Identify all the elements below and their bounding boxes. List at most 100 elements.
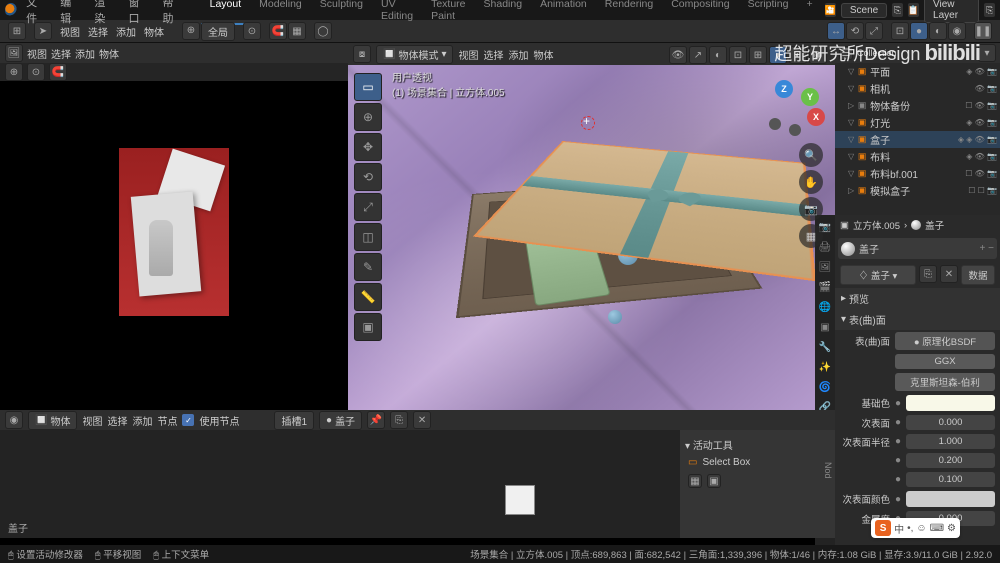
pause-icon[interactable]: ❚❚ [974, 22, 992, 40]
img-tool1-icon[interactable]: ⊕ [5, 63, 23, 81]
property-row[interactable]: ●0.100 [835, 470, 1000, 489]
tool-move[interactable]: ✥ [354, 133, 382, 161]
ne-new-icon[interactable]: ⎘ [390, 411, 408, 429]
ime-set[interactable]: ⚙ [947, 523, 956, 534]
vp-wire-icon[interactable]: ⊞ [749, 46, 767, 64]
tab-add[interactable]: + [797, 0, 821, 25]
distribution-select[interactable]: GGX [895, 354, 995, 369]
outliner-item[interactable]: ▽▣盒子◈ ◈ 👁 📷 [835, 131, 1000, 148]
slot-selector[interactable]: 插槽1 [274, 411, 314, 430]
cursor-tool-icon[interactable]: ➤ [34, 22, 52, 40]
property-row[interactable]: 基础色● [835, 393, 1000, 413]
img-menu-select[interactable]: 选择 [51, 46, 71, 61]
tool-scale[interactable]: ⤢ [354, 193, 382, 221]
property-row[interactable]: 次表面颜色● [835, 489, 1000, 509]
vp-menu-add[interactable]: 添加 [508, 47, 528, 62]
img-tool2-icon[interactable]: ⊙ [27, 63, 45, 81]
property-row[interactable]: ●0.200 [835, 451, 1000, 470]
material-link-data[interactable]: 数据 [961, 265, 995, 285]
gizmo-translate-icon[interactable]: ↔ [827, 22, 845, 40]
ne-shader-type[interactable]: 🔲 物体 [28, 411, 77, 430]
axis-x-icon[interactable]: X [807, 108, 825, 126]
gizmo-rotate-icon[interactable]: ⟲ [846, 22, 864, 40]
outliner-item[interactable]: ▷▣物体备份☐ 👁 📷 [835, 97, 1000, 114]
orientation-dropdown[interactable]: 全局 [201, 22, 235, 41]
orientation-icon[interactable]: ⊕ [182, 22, 200, 40]
menu-object2[interactable]: 物体 [144, 24, 164, 39]
tab-uvediting[interactable]: UV Editing [372, 0, 422, 25]
mat-del-icon[interactable]: ✕ [940, 265, 958, 283]
nav-persp-icon[interactable]: ▦ [799, 224, 823, 248]
snap-mode-icon[interactable]: ▦ [288, 22, 306, 40]
vp-gizmo-icon[interactable]: ↗ [689, 46, 707, 64]
ptab-viewlayer-icon[interactable]: 🖼 [816, 258, 834, 276]
nav-gizmo[interactable]: Z Y X [767, 78, 827, 138]
shading-solid-icon[interactable]: ● [910, 22, 928, 40]
ne-material-selector[interactable]: ● 盖子 [319, 411, 362, 430]
proportional-icon[interactable]: ◯ [314, 22, 332, 40]
3d-scene[interactable] [348, 65, 835, 410]
vp-visibility-icon[interactable]: 👁 [669, 46, 687, 64]
gizmo-scale-icon[interactable]: ⤢ [865, 22, 883, 40]
mode-selector[interactable]: 🔲 物体模式 ▾ [376, 45, 453, 64]
material-slot[interactable]: 盖子 + − [838, 238, 997, 259]
vp-overlay-icon[interactable]: ◐ [709, 46, 727, 64]
tool-rotate[interactable]: ⟲ [354, 163, 382, 191]
filter-icon[interactable]: ▾ [978, 44, 996, 62]
tool-cursor[interactable]: ⊕ [354, 103, 382, 131]
vp-xray-icon[interactable]: ⊡ [729, 46, 747, 64]
preview-header[interactable]: ▸ 预览 [835, 288, 1000, 309]
scene-selector[interactable]: Scene [841, 3, 887, 18]
vp-menu-select[interactable]: 选择 [483, 47, 503, 62]
tab-texturepaint[interactable]: Texture Paint [422, 0, 474, 25]
vp-menu-object[interactable]: 物体 [533, 47, 553, 62]
tool-measure[interactable]: 📏 [354, 283, 382, 311]
axis-z-icon[interactable]: Z [775, 80, 793, 98]
tool-annotate[interactable]: ✎ [354, 253, 382, 281]
nav-pan-icon[interactable]: ✋ [799, 170, 823, 194]
ime-indicator[interactable]: S 中 •, ☺ ⌨ ⚙ [871, 518, 960, 538]
ne-menu-view[interactable]: 视图 [82, 413, 102, 428]
tab-scripting[interactable]: Scripting [739, 0, 798, 25]
menu-view2[interactable]: 视图 [60, 24, 80, 39]
ime-lang[interactable]: 中 [894, 521, 904, 536]
sss-method-select[interactable]: 克里斯坦森-伯利 [895, 373, 995, 391]
shading-matprev-icon[interactable]: ◐ [929, 22, 947, 40]
img-menu-add[interactable]: 添加 [75, 46, 95, 61]
ptab-scene-icon[interactable]: 🎬 [816, 278, 834, 296]
ime-icon[interactable]: S [875, 520, 891, 536]
img-menu-object[interactable]: 物体 [99, 46, 119, 61]
ne-type-icon[interactable]: ◉ [5, 411, 23, 429]
vp-menu-view[interactable]: 视图 [458, 47, 478, 62]
img-tool3-icon[interactable]: 🧲 [49, 63, 67, 81]
axis-neg1-icon[interactable] [769, 118, 781, 130]
menu-select2[interactable]: 选择 [88, 24, 108, 39]
ne-close-icon[interactable]: ✕ [413, 411, 431, 429]
vp-editor-icon[interactable]: ⧇ [353, 45, 371, 63]
property-row[interactable]: 次表面半径●1.000 [835, 432, 1000, 451]
img-menu-view[interactable]: 视图 [27, 46, 47, 61]
viewlayer-selector[interactable]: View Layer [924, 0, 979, 23]
shading-rendered-icon[interactable]: ◉ [948, 22, 966, 40]
tool-addcube[interactable]: ▣ [354, 313, 382, 341]
scene-new-icon[interactable]: ⎘ [892, 3, 903, 17]
tool-selectbox[interactable]: ▭Select Box [685, 454, 830, 471]
mat-new-icon[interactable]: ⎘ [919, 265, 937, 283]
ptab-world-icon[interactable]: 🌐 [816, 298, 834, 316]
viewlayer-icon[interactable]: 📋 [908, 3, 919, 17]
nav-camera-icon[interactable]: 📷 [799, 197, 823, 221]
tool-select-box[interactable]: ▭ [354, 73, 382, 101]
editor-type-img-icon[interactable]: 🖼 [5, 44, 23, 62]
tab-rendering[interactable]: Rendering [596, 0, 662, 25]
ime-kbd[interactable]: ⌨ [930, 523, 944, 534]
nav-zoom-icon[interactable]: 🔍 [799, 143, 823, 167]
scene-browse-icon[interactable]: 🎦 [825, 3, 836, 17]
ptab-object-icon[interactable]: ▣ [816, 318, 834, 336]
sidebar-tab-nod[interactable]: Nod [823, 462, 833, 479]
outliner-item[interactable]: ▽▣布料◈ 👁 📷 [835, 148, 1000, 165]
axis-y-icon[interactable]: Y [801, 88, 819, 106]
ime-emoji[interactable]: ☺ [916, 523, 926, 534]
ne-menu-select[interactable]: 选择 [107, 413, 127, 428]
ptab-particle-icon[interactable]: ✨ [816, 358, 834, 376]
ptab-physics-icon[interactable]: 🌀 [816, 378, 834, 396]
